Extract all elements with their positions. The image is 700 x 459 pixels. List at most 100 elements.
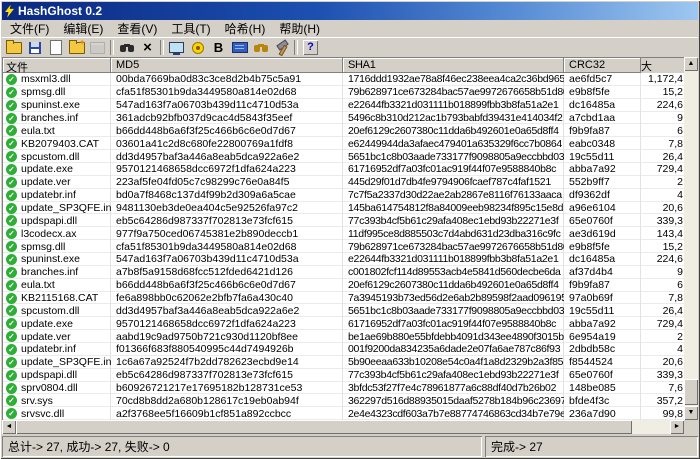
scroll-up-button[interactable]: ▲	[684, 57, 698, 71]
size-cell: 7,8	[641, 137, 684, 150]
table-row[interactable]: spmsg.dllcfa51f85301b9da3449580a814e02d6…	[3, 240, 684, 253]
cd-icon[interactable]	[187, 39, 208, 57]
size-cell: 729,4	[641, 163, 684, 176]
bold-b-icon[interactable]	[208, 39, 229, 57]
table-row[interactable]: KB2079403.CAT03601a41c2d8c680fe22800769a…	[3, 137, 684, 150]
file-cell: eula.txt	[3, 124, 111, 137]
delete-icon[interactable]	[137, 39, 158, 57]
scroll-left-button[interactable]: ◄	[2, 420, 16, 434]
table-row[interactable]: spmsg.dllcfa51f85301b9da3449580a814e02d6…	[3, 86, 684, 99]
table-row[interactable]: update.veraabd19c9ad9750b721c930d1120bf8…	[3, 330, 684, 343]
file-cell: l3codecx.ax	[3, 227, 111, 240]
horizontal-scroll-thumb[interactable]	[16, 420, 632, 434]
table-row[interactable]: update.exe9570121468658dcc6972f1dfa624a2…	[3, 317, 684, 330]
file-cell: KB2079403.CAT	[3, 137, 111, 150]
crc32-cell: eabc0348	[564, 137, 641, 150]
hammer-icon	[275, 41, 289, 54]
menu-item[interactable]: 帮助(H)	[272, 19, 327, 38]
file-name: spuninst.exe	[21, 253, 80, 265]
size-cell: 26,4	[641, 304, 684, 317]
success-check-icon	[6, 241, 17, 252]
table-row[interactable]: updatebr.infbd0a7f8468c137d4f99b2d309a6a…	[3, 189, 684, 202]
table-row[interactable]: KB2115168.CATfe6a898bb0c62062e2bfb7fa6a4…	[3, 292, 684, 305]
file-name: srv.sys	[21, 395, 53, 407]
table-row[interactable]: update.ver223af5fe04fd05c7c98299c76e0a84…	[3, 176, 684, 189]
binoculars-icon[interactable]	[250, 39, 271, 57]
menu-item[interactable]: 哈希(H)	[218, 19, 273, 38]
sha1-cell: 001f9200da834235a6dade2e07fa6ae787c86f93	[343, 343, 564, 356]
sha1-cell: 362297d516d88935015daaf5278b184b96c23697	[343, 394, 564, 407]
table-row[interactable]: updatebr.inff01366f683f880540995c44d7494…	[3, 343, 684, 356]
table-row[interactable]: spcustom.dlldd3d4957baf3a446a8eab5dca922…	[3, 150, 684, 163]
md5-cell: 361adcb92bfb037d9cac4d5843f35eef	[111, 112, 343, 125]
size-cell: 2	[641, 330, 684, 343]
table-row[interactable]: branches.inf361adcb92bfb037d9cac4d5843f3…	[3, 112, 684, 125]
table-row[interactable]: spcustom.dlldd3d4957baf3a446a8eab5dca922…	[3, 304, 684, 317]
vertical-scrollbar[interactable]: ▲ ▼	[684, 57, 698, 420]
file-cell: spcustom.dll	[3, 150, 111, 163]
size-cell: 9	[641, 266, 684, 279]
sha1-cell: e22644fb3321d031111b018899fbb3b8fa51a2e1	[343, 253, 564, 266]
file-cell: update_SP3QFE.inf	[3, 356, 111, 369]
table-row[interactable]: updspapi.dlleb5c64286d987337f702813e73fc…	[3, 369, 684, 382]
table-row[interactable]: spuninst.exe547ad163f7a06703b439d11c4710…	[3, 253, 684, 266]
menu-item[interactable]: 文件(F)	[3, 19, 56, 38]
file-cell: spmsg.dll	[3, 86, 111, 99]
computer-icon[interactable]	[166, 39, 187, 57]
column-header-crc32[interactable]: CRC32	[564, 58, 641, 73]
size-cell: 20,6	[641, 356, 684, 369]
table-row[interactable]: eula.txtb66dd448b6a6f3f25c466b6c6e0d7d67…	[3, 279, 684, 292]
horizontal-scrollbar[interactable]: ◄ ►	[2, 420, 684, 434]
column-header-size[interactable]: 大	[641, 58, 684, 73]
table-row[interactable]: srv.sys70cd8b8dd2a680b128617c19eb0ab94f3…	[3, 394, 684, 407]
success-check-icon	[6, 267, 17, 278]
keyboard-icon[interactable]	[229, 39, 250, 57]
menu-item[interactable]: 查看(V)	[110, 19, 164, 38]
menu-item[interactable]: 编辑(E)	[56, 19, 110, 38]
crc32-cell: e9b8f5fe	[564, 86, 641, 99]
file-name: update.ver	[21, 176, 71, 188]
hammer-icon[interactable]	[271, 39, 292, 57]
file-name: update_SP3QFE.inf	[21, 202, 111, 214]
file-cell: updspapi.dll	[3, 369, 111, 382]
table-row[interactable]: update_SP3QFE.inf9481130eb3de0ea404c5e92…	[3, 202, 684, 215]
crc32-cell: 148be085	[564, 382, 641, 395]
size-cell: 6	[641, 124, 684, 137]
size-cell: 4	[641, 343, 684, 356]
success-check-icon	[6, 383, 17, 394]
find-icon[interactable]	[116, 39, 137, 57]
table-row[interactable]: msxml3.dll00bda7669ba0d83c3ce8d2b4b75c5a…	[3, 73, 684, 86]
computer-icon	[169, 42, 184, 53]
md5-cell: eb5c64286d987337f702813e73fcf615	[111, 214, 343, 227]
success-check-icon	[6, 357, 17, 368]
success-check-icon	[6, 344, 17, 355]
sha1-cell: 11df995ce8d885503c7d4abd631d23dba316c9fc	[343, 227, 564, 240]
table-row[interactable]: srvsvc.dlla2f3768ee5f16609b1cf851a892ccb…	[3, 407, 684, 420]
save-icon[interactable]	[24, 39, 45, 57]
vertical-scroll-thumb[interactable]	[684, 379, 698, 405]
table-row[interactable]: l3codecx.ax977f9a750ced06745381e2b890dec…	[3, 227, 684, 240]
column-header-file[interactable]: 文件	[3, 58, 111, 73]
help-icon[interactable]	[300, 39, 321, 57]
sha1-cell: 3bfdc53f27f7e4c78961877a6c88df40d7b26b02	[343, 382, 564, 395]
scroll-down-button[interactable]: ▼	[684, 406, 698, 420]
table-row[interactable]: updspapi.dlleb5c64286d987337f702813e73fc…	[3, 214, 684, 227]
table-row[interactable]: sprv0804.dllb60926721217e17695182b128731…	[3, 382, 684, 395]
crc32-cell: f9b9fa87	[564, 279, 641, 292]
column-header-sha1[interactable]: SHA1	[343, 58, 564, 73]
file-cell: updspapi.dll	[3, 214, 111, 227]
table-row[interactable]: eula.txtb66dd448b6a6f3f25c466b6c6e0d7d67…	[3, 124, 684, 137]
table-row[interactable]: update_SP3QFE.inf1c6a67a92524f7b2dd78262…	[3, 356, 684, 369]
size-cell: 143,4	[641, 227, 684, 240]
vertical-scroll-track[interactable]	[684, 71, 698, 406]
table-row[interactable]: branches.infa7b8f5a9158d68fcc512fded6421…	[3, 266, 684, 279]
table-row[interactable]: spuninst.exe547ad163f7a06703b439d11c4710…	[3, 99, 684, 112]
menu-item[interactable]: 工具(T)	[164, 19, 217, 38]
new-folder-icon[interactable]	[66, 39, 87, 57]
crc32-cell: 236a7d90	[564, 407, 641, 420]
table-row[interactable]: update.exe9570121468658dcc6972f1dfa624a2…	[3, 163, 684, 176]
open-icon[interactable]	[3, 39, 24, 57]
column-header-md5[interactable]: MD5	[111, 58, 343, 73]
new-file-icon[interactable]	[45, 39, 66, 57]
scroll-right-button[interactable]: ►	[670, 420, 684, 434]
